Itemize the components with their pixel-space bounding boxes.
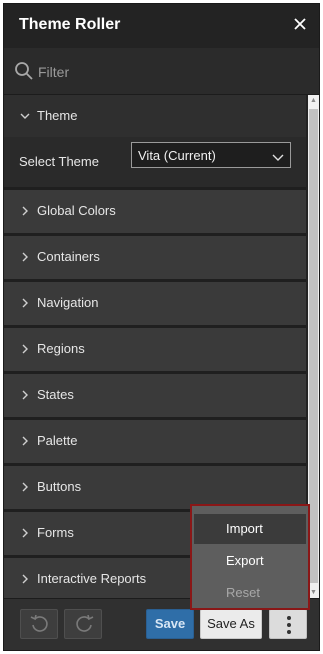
chevron-down-icon (272, 150, 284, 161)
chevron-right-icon (19, 526, 31, 538)
chevron-right-icon (19, 388, 31, 400)
chevron-down-icon (19, 109, 31, 121)
more-options-button[interactable] (269, 609, 307, 639)
close-icon[interactable] (289, 13, 311, 35)
chevron-right-icon (19, 342, 31, 354)
chevron-right-icon (19, 250, 31, 262)
theme-roller-dialog: Theme Roller Theme Select Theme (3, 3, 320, 651)
menu-item-reset: Reset (194, 578, 306, 608)
redo-icon (76, 615, 94, 632)
section-label: States (37, 387, 74, 402)
filter-bar (4, 48, 319, 95)
dialog-titlebar: Theme Roller (4, 4, 319, 48)
section-states[interactable]: States (4, 374, 306, 420)
section-label: Global Colors (37, 203, 116, 218)
theme-select[interactable]: Vita (Current) (131, 142, 291, 168)
chevron-right-icon (19, 480, 31, 492)
save-button[interactable]: Save (146, 609, 194, 639)
select-theme-label: Select Theme (19, 154, 99, 169)
menu-item-import[interactable]: Import (194, 514, 306, 544)
more-options-menu: Import Export Reset (190, 504, 310, 610)
undo-button[interactable] (20, 609, 58, 639)
theme-select-value: Vita (Current) (138, 148, 216, 163)
search-icon (14, 61, 34, 81)
section-label: Theme (37, 108, 78, 123)
section-palette[interactable]: Palette (4, 420, 306, 466)
section-containers[interactable]: Containers (4, 236, 306, 282)
save-as-button[interactable]: Save As (200, 609, 262, 639)
section-label: Containers (37, 249, 100, 264)
section-global-colors[interactable]: Global Colors (4, 190, 306, 236)
undo-icon (30, 615, 48, 632)
section-label: Interactive Reports (37, 571, 147, 586)
filter-input[interactable] (36, 58, 300, 86)
redo-button[interactable] (64, 609, 102, 639)
chevron-right-icon (19, 204, 31, 216)
menu-item-export[interactable]: Export (194, 546, 306, 576)
scrollbar-thumb[interactable] (309, 109, 318, 583)
section-theme[interactable]: Theme (4, 95, 306, 137)
section-regions[interactable]: Regions (4, 328, 306, 374)
more-vertical-icon (287, 616, 291, 637)
dialog-title: Theme Roller (19, 16, 121, 33)
section-label: Forms (37, 525, 74, 540)
section-label: Palette (37, 433, 78, 448)
chevron-right-icon (19, 434, 31, 446)
section-label: Buttons (37, 479, 82, 494)
section-label: Regions (37, 341, 85, 356)
section-navigation[interactable]: Navigation (4, 282, 306, 328)
section-label: Navigation (37, 295, 99, 310)
theme-section-body: Select Theme Vita (Current) (4, 137, 306, 190)
chevron-right-icon (19, 296, 31, 308)
chevron-right-icon (19, 572, 31, 584)
scroll-up-icon[interactable]: ▲ (308, 95, 319, 106)
